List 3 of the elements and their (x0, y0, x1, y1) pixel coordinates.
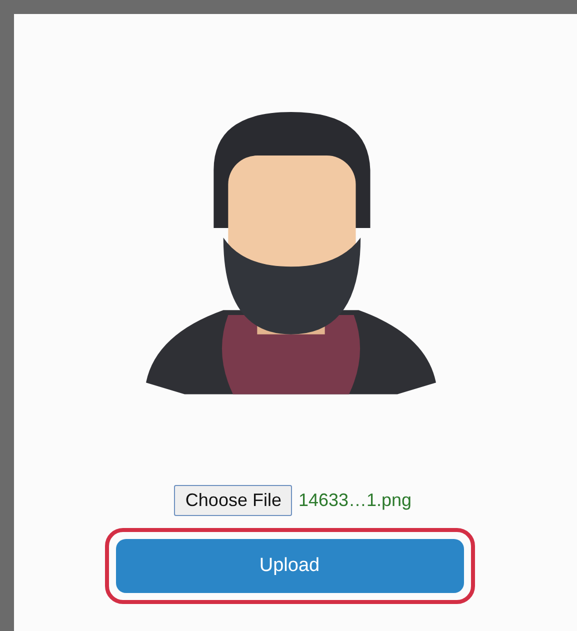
upload-button[interactable]: Upload (116, 539, 464, 593)
choose-file-button[interactable]: Choose File (174, 485, 292, 516)
file-name: 14633…1.png (298, 490, 412, 511)
